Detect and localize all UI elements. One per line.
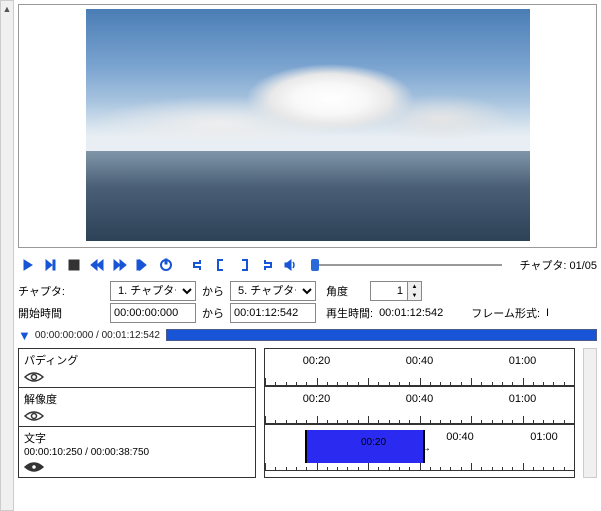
playtime-label: 再生時間: (326, 305, 373, 321)
timeline-progress[interactable] (166, 329, 597, 341)
mark-in-button[interactable] (188, 255, 208, 275)
scroll-up-icon[interactable]: ▲ (3, 5, 12, 14)
angle-input[interactable] (371, 282, 407, 300)
stop-button[interactable] (64, 255, 84, 275)
timeline-row[interactable]: 00:2000:4001:00 (265, 387, 574, 425)
angle-spinner[interactable]: ▲▼ (370, 281, 422, 301)
chapter-count-label: チャプタ: 01/05 (519, 257, 597, 273)
timeline-row[interactable]: 00:20 ↔ 00:4001:00 (265, 425, 574, 471)
timeline-row[interactable]: 00:2000:4001:00 (265, 349, 574, 387)
play-button[interactable] (18, 255, 38, 275)
frame-format-label: フレーム形式: (471, 305, 540, 321)
loop-button[interactable] (156, 255, 176, 275)
angle-up[interactable]: ▲ (408, 282, 421, 291)
layer-text[interactable]: 文字 00:00:10:250 / 00:00:38:750 (19, 427, 255, 477)
frame-format-value: I (546, 307, 549, 319)
mark-out-button[interactable] (257, 255, 277, 275)
timeline-tracks: 00:2000:4001:00 00:2000:4001:00 00:20 ↔ … (264, 348, 575, 478)
chapter-label: チャプタ: (18, 283, 106, 299)
layer-text-range: 00:00:10:250 / 00:00:38:750 (24, 447, 250, 458)
playtime-value: 00:01:12:542 (379, 307, 443, 319)
clip-time-label: 00:20 (361, 437, 386, 448)
layer-resolution[interactable]: 解像度 (19, 388, 255, 427)
chapter-to-select[interactable]: 5. チャプター 5 (230, 281, 316, 301)
angle-label: 角度 (326, 283, 348, 299)
start-time-label: 開始時間 (18, 305, 106, 321)
timeline-marker-icon: ▼ (18, 328, 31, 343)
bracket-open-button[interactable] (211, 255, 231, 275)
next-button[interactable] (41, 255, 61, 275)
volume-button[interactable] (280, 255, 300, 275)
right-scrollbar[interactable] (583, 348, 597, 478)
visibility-icon[interactable] (24, 410, 46, 424)
timeline-position-label: 00:00:00:000 / 00:01:12:542 (35, 330, 160, 341)
resize-cursor-icon: ↔ (421, 443, 431, 454)
layer-padding[interactable]: パディング (19, 349, 255, 388)
from-label: から (202, 283, 224, 299)
angle-down[interactable]: ▼ (408, 291, 421, 300)
slider-thumb[interactable] (311, 259, 319, 271)
rewind-button[interactable] (87, 255, 107, 275)
video-preview (86, 9, 530, 241)
left-scrollbar[interactable]: ▲ (0, 0, 14, 511)
preview-container (18, 4, 597, 248)
position-slider[interactable] (311, 264, 502, 266)
step-button[interactable] (133, 255, 153, 275)
start-timecode-input[interactable] (110, 303, 196, 323)
end-timecode-input[interactable] (230, 303, 316, 323)
from-label-2: から (202, 305, 224, 321)
layer-panel: パディング 解像度 文字 00:00:10:250 / 00:00:38:750 (18, 348, 256, 478)
bracket-close-button[interactable] (234, 255, 254, 275)
forward-button[interactable] (110, 255, 130, 275)
visibility-icon[interactable] (24, 371, 46, 385)
visibility-icon[interactable] (24, 461, 46, 475)
chapter-from-select[interactable]: 1. チャプター 1 (110, 281, 196, 301)
